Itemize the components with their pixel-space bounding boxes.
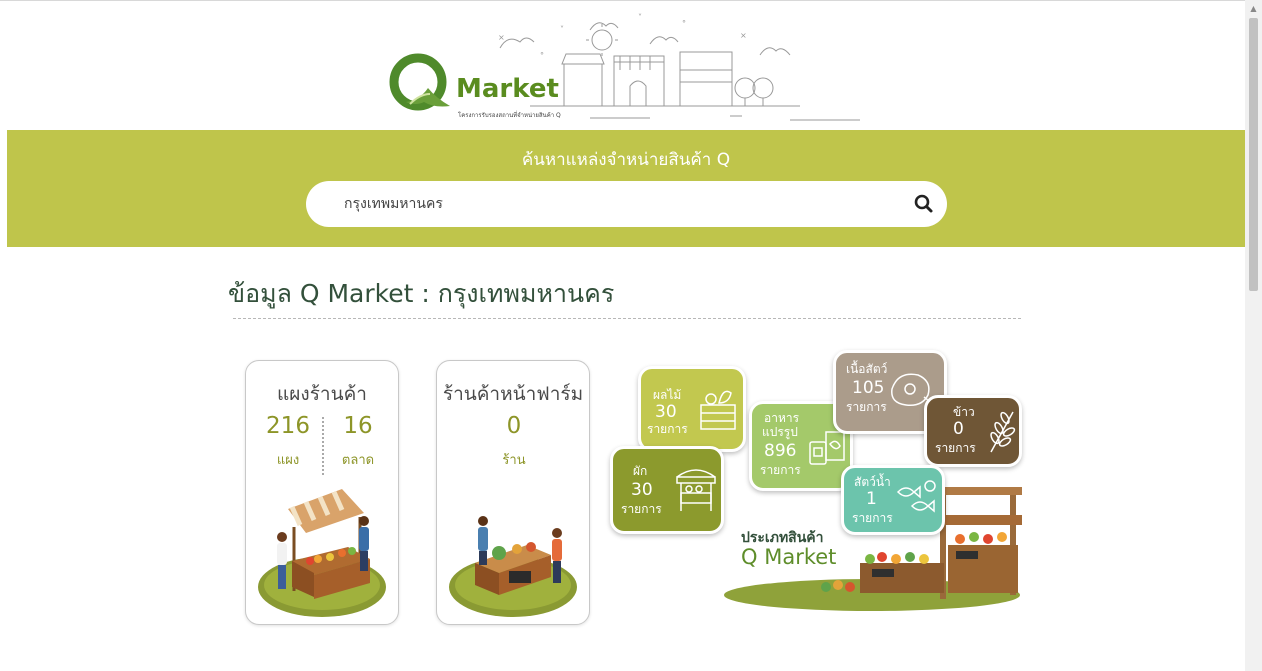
category-unit: รายการ (647, 422, 688, 436)
svg-text:˅: ˅ (638, 13, 642, 22)
search-input[interactable] (344, 181, 904, 227)
category-unit: รายการ (852, 511, 893, 525)
category-rice[interactable]: ข้าว 0 รายการ (924, 395, 1022, 467)
card-title: ร้านค้าหน้าฟาร์ม (442, 383, 584, 405)
site-header: × ˅ ˅ ° × ° Market โครงการรับรองสถานที่จำหน่… (0, 0, 1245, 130)
product-categories: ประเภทสินค้า Q Market ผลไม้ 30 รายการ ผั… (605, 345, 1025, 620)
category-name: ผัก (633, 464, 648, 478)
rice-grain-icon (990, 411, 1016, 453)
brand-tagline: โครงการรับรองสถานที่จำหน่ายสินค้า Q (458, 112, 561, 119)
stat-value: 16 (343, 413, 373, 439)
market-skyline-illustration: × ˅ ˅ ° × ° (498, 13, 860, 121)
stat-divider (322, 417, 324, 475)
stat-unit: แผง (276, 453, 300, 468)
brand-name: Market (456, 74, 559, 104)
search-box (306, 181, 947, 227)
category-unit: รายการ (760, 463, 801, 477)
dashed-divider (233, 318, 1021, 319)
search-icon (914, 194, 933, 213)
card-title: แผงร้านค้า (277, 383, 367, 405)
category-name-line2: แปรรูป (762, 425, 798, 439)
category-count: 1 (866, 489, 877, 509)
market-count: 16 ตลาด (328, 413, 388, 470)
category-count: 0 (953, 419, 964, 439)
category-name: ผลไม้ (653, 388, 682, 402)
category-count: 30 (631, 480, 653, 500)
stat-unit: ร้าน (502, 453, 526, 468)
category-unit: รายการ (935, 441, 976, 455)
category-count: 105 (852, 378, 885, 398)
vegetable-stand-icon (676, 469, 716, 511)
farm-shop-count: 0 ร้าน (484, 413, 544, 470)
market-stall-illustration (258, 489, 386, 617)
svg-text:°: ° (682, 19, 686, 28)
category-count: 896 (764, 441, 797, 461)
category-name: สัตว์น้ำ (854, 475, 891, 489)
stall-count: 216 แผง (258, 413, 318, 470)
vertical-scrollbar[interactable]: ▲ (1245, 0, 1262, 671)
category-name: อาหาร (764, 411, 800, 425)
farm-shop-illustration (449, 516, 577, 617)
stat-value: 0 (506, 413, 522, 439)
scrollbar-thumb[interactable] (1249, 18, 1258, 291)
category-vegetable[interactable]: ผัก 30 รายการ (610, 446, 724, 534)
stat-unit: ตลาด (341, 453, 375, 468)
category-aquatic[interactable]: สัตว์น้ำ 1 รายการ (841, 465, 945, 535)
svg-text:°: ° (540, 51, 544, 60)
svg-text:×: × (740, 31, 747, 40)
search-section: ค้นหาแหล่งจำหน่ายสินค้า Q (7, 130, 1245, 247)
category-name: ข้าว (953, 405, 975, 419)
fish-icon (896, 480, 936, 513)
category-count: 30 (655, 402, 677, 422)
svg-text:×: × (498, 33, 505, 42)
category-fruit[interactable]: ผลไม้ 30 รายการ (638, 366, 746, 452)
category-unit: รายการ (846, 400, 887, 414)
stat-value: 216 (266, 413, 310, 439)
category-caption-brand: Q Market (741, 545, 837, 569)
page-title: ข้อมูล Q Market : กรุงเทพมหานคร (228, 279, 615, 308)
farm-shop-card[interactable]: ร้านค้าหน้าฟาร์ม 0 ร้าน (436, 360, 590, 625)
search-button[interactable] (911, 191, 937, 217)
svg-text:˅: ˅ (560, 25, 564, 34)
category-name: เนื้อสัตว์ (846, 362, 888, 376)
fruit-crate-icon (700, 390, 736, 430)
stall-card[interactable]: แผงร้านค้า 216 แผง 16 ตลาด (245, 360, 399, 625)
search-title: ค้นหาแหล่งจำหน่ายสินค้า Q (521, 150, 731, 170)
category-unit: รายการ (621, 502, 662, 516)
q-logo-icon (389, 53, 450, 111)
scroll-up-arrow-icon[interactable]: ▲ (1245, 0, 1262, 17)
